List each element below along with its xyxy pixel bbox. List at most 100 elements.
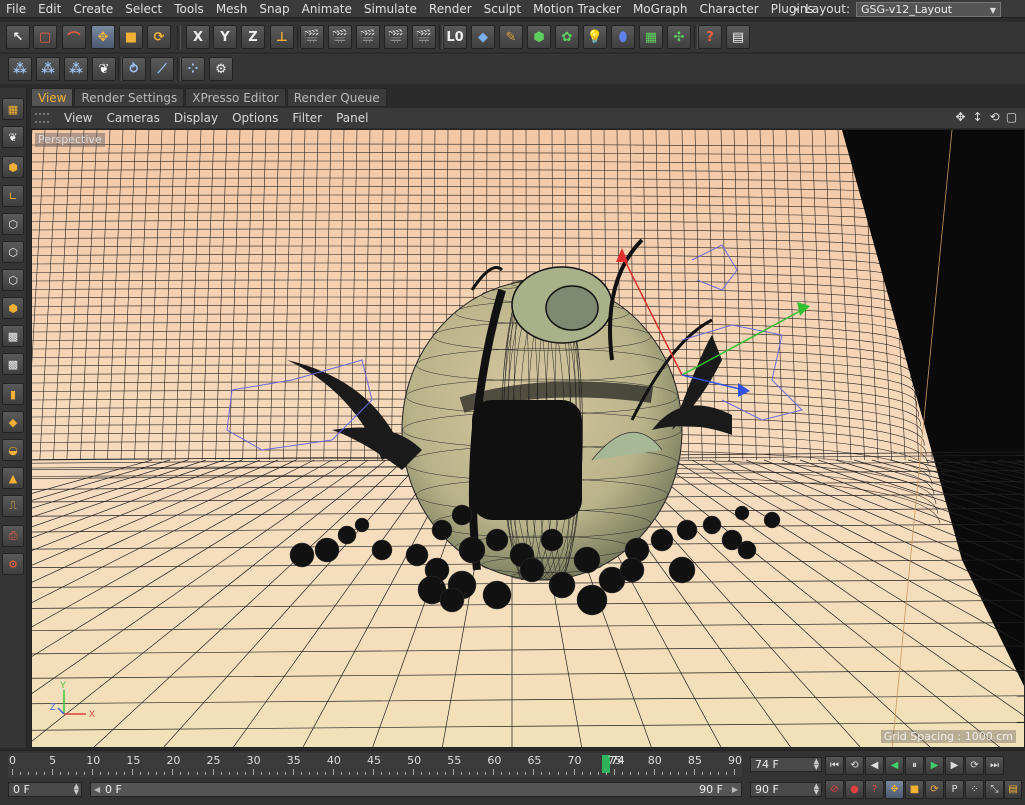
lock-workplane-icon[interactable]: ⎙: [2, 525, 24, 547]
model-mode-icon[interactable]: ❦: [2, 126, 24, 148]
menu-character[interactable]: Character: [693, 0, 764, 18]
stepper-icon[interactable]: ▲ ▼: [814, 758, 819, 771]
layout-arrow-icon[interactable]: ▸: [794, 4, 799, 15]
calculator-icon[interactable]: ▤: [726, 25, 750, 49]
menu-motion-tracker[interactable]: Motion Tracker: [527, 0, 627, 18]
end-frame-field[interactable]: 90 F ▲ ▼: [750, 782, 822, 797]
layout-select[interactable]: GSG-v12_Layout ▼: [856, 1, 1001, 17]
interpolation-icon[interactable]: ⤡: [985, 780, 1004, 799]
particle-wind-icon[interactable]: ⁂: [64, 57, 88, 81]
start-frame-field[interactable]: 0 F ▲ ▼: [8, 782, 82, 797]
particle-emitter-icon[interactable]: ⁂: [8, 57, 32, 81]
make-editable-icon[interactable]: ▦: [2, 98, 24, 120]
mograph-cloner-icon[interactable]: ✣: [667, 25, 691, 49]
subdivision-surface-icon[interactable]: ⬢: [527, 25, 551, 49]
tab-render-settings[interactable]: Render Settings: [74, 88, 185, 107]
snap-toggle-icon[interactable]: ⎍: [2, 495, 24, 517]
object-mode-icon[interactable]: ⬢: [2, 156, 24, 178]
menu-file[interactable]: File: [0, 0, 32, 18]
points-mode-icon[interactable]: ⬡: [2, 213, 24, 235]
menu-snap[interactable]: Snap: [253, 0, 295, 18]
tab-render-queue[interactable]: Render Queue: [286, 88, 387, 107]
viewport-menu-display[interactable]: Display: [167, 111, 225, 125]
particle-attractor-icon[interactable]: ⁂: [36, 57, 60, 81]
viewport-menu-filter[interactable]: Filter: [285, 111, 329, 125]
rectangle-selection-icon[interactable]: ▢: [33, 25, 57, 49]
menu-render[interactable]: Render: [423, 0, 478, 18]
coordinate-system-icon[interactable]: ⊥: [270, 25, 294, 49]
zoom-view-icon[interactable]: ↕: [970, 109, 985, 125]
play-forward-icon[interactable]: ▶: [925, 756, 944, 775]
toggle-view-icon[interactable]: ▢: [1004, 109, 1019, 125]
axis-mode-icon[interactable]: ∟: [2, 185, 24, 207]
go-to-end-icon[interactable]: ⏭: [985, 756, 1004, 775]
record-rotation-icon[interactable]: ⟳: [925, 780, 944, 799]
hair-guide-icon[interactable]: ⟋: [150, 57, 174, 81]
previous-frame-icon[interactable]: ◀: [865, 756, 884, 775]
render-picture-viewer-icon[interactable]: 🎬: [356, 25, 380, 49]
z-axis-lock-button[interactable]: Z: [241, 25, 265, 49]
particle-gravity-icon[interactable]: ❦: [92, 57, 116, 81]
record-scale-icon[interactable]: ■: [905, 780, 924, 799]
record-point-level-icon[interactable]: ⁘: [965, 780, 984, 799]
menu-select[interactable]: Select: [119, 0, 168, 18]
viewport-menu-options[interactable]: Options: [225, 111, 285, 125]
next-key-icon[interactable]: ⟳: [965, 756, 984, 775]
menu-sculpt[interactable]: Sculpt: [478, 0, 527, 18]
timeline-settings-icon[interactable]: ▤: [1004, 780, 1022, 799]
uv-points-icon[interactable]: ⬢: [2, 297, 24, 319]
render-queue-icon[interactable]: 🎬: [412, 25, 436, 49]
move-tool-icon[interactable]: ✥: [91, 25, 115, 49]
snap-settings-icon[interactable]: ⁘: [181, 57, 205, 81]
viewport-camera-label[interactable]: Perspective: [35, 133, 105, 147]
menu-mesh[interactable]: Mesh: [210, 0, 254, 18]
tab-view[interactable]: View: [31, 88, 74, 107]
edges-mode-icon[interactable]: ⬡: [2, 241, 24, 263]
hair-object-icon[interactable]: ⥁: [122, 57, 146, 81]
viewport-menu-cameras[interactable]: Cameras: [99, 111, 166, 125]
menu-tools[interactable]: Tools: [168, 0, 210, 18]
menu-animate[interactable]: Animate: [296, 0, 358, 18]
viewport-menu-panel[interactable]: Panel: [329, 111, 375, 125]
menu-edit[interactable]: Edit: [32, 0, 67, 18]
menu-mograph[interactable]: MoGraph: [627, 0, 694, 18]
symmetry-icon[interactable]: ▲: [2, 467, 24, 489]
tab-xpresso-editor[interactable]: XPresso Editor: [185, 88, 286, 107]
uv-polygons-icon[interactable]: ▩: [2, 325, 24, 347]
pause-icon[interactable]: ⏸: [905, 756, 924, 775]
tweak-mode-icon[interactable]: ◆: [2, 411, 24, 433]
rotate-tool-icon[interactable]: ⟳: [147, 25, 171, 49]
spline-pen-icon[interactable]: ✎: [499, 25, 523, 49]
timeline-ruler[interactable]: 74 0 5 10 15 20 25 30 35 40 45 50 55 60 65 70 75 80 85 90: [8, 753, 742, 777]
y-axis-lock-button[interactable]: Y: [213, 25, 237, 49]
x-axis-lock-button[interactable]: X: [186, 25, 210, 49]
gear-icon[interactable]: ⚙: [2, 553, 24, 575]
plane-object-icon[interactable]: ◆: [471, 25, 495, 49]
frame-range-bar[interactable]: ◀ 0 F 90 F ▶: [90, 782, 742, 797]
scale-tool-icon[interactable]: ■: [119, 25, 143, 49]
polygons-mode-icon[interactable]: ⬡: [2, 269, 24, 291]
animation-mode-icon[interactable]: ▮: [2, 383, 24, 405]
texture-mode-icon[interactable]: ▩: [2, 353, 24, 375]
record-parameter-icon[interactable]: P: [945, 780, 964, 799]
render-view-icon[interactable]: 🎬: [300, 25, 324, 49]
workplane-icon[interactable]: ⚙: [209, 57, 233, 81]
lasso-selection-icon[interactable]: ⌒: [62, 25, 86, 49]
stepper-icon[interactable]: ▲ ▼: [814, 783, 819, 796]
move-view-icon[interactable]: ✥: [953, 109, 968, 125]
autokey-icon[interactable]: ●: [845, 780, 864, 799]
stepper-icon[interactable]: ▲ ▼: [74, 783, 79, 796]
rotate-view-icon[interactable]: ⟲: [987, 109, 1002, 125]
render-region-icon[interactable]: 🎬: [328, 25, 352, 49]
deformer-icon[interactable]: ⬮: [611, 25, 635, 49]
floor-object-icon[interactable]: ▦: [639, 25, 663, 49]
record-active-icon[interactable]: ⊘: [825, 780, 844, 799]
previous-key-icon[interactable]: ⟲: [845, 756, 864, 775]
live-selection-icon[interactable]: ↖: [6, 25, 30, 49]
menu-simulate[interactable]: Simulate: [358, 0, 423, 18]
3d-viewport[interactable]: Y X Z Perspective Grid Spacing : 1000 cm: [31, 129, 1025, 748]
go-to-start-icon[interactable]: ⏮: [825, 756, 844, 775]
play-backward-icon[interactable]: ◀: [885, 756, 904, 775]
viewport-menu-view[interactable]: View: [57, 111, 99, 125]
next-frame-icon[interactable]: ▶: [945, 756, 964, 775]
